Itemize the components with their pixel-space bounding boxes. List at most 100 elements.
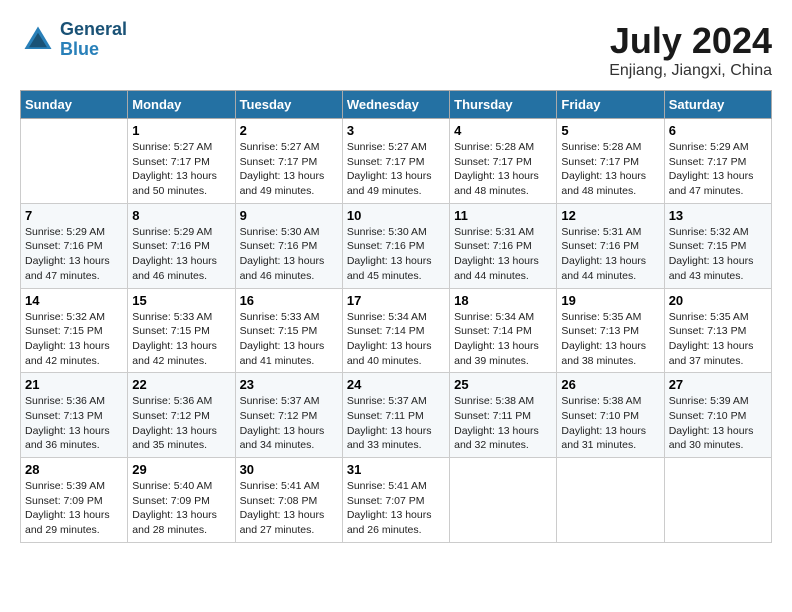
month-title: July 2024 (609, 20, 772, 62)
logo: General Blue (20, 20, 127, 60)
day-number: 2 (240, 123, 338, 138)
logo-text: General Blue (60, 20, 127, 60)
day-info: Sunrise: 5:27 AMSunset: 7:17 PMDaylight:… (132, 140, 230, 199)
day-info: Sunrise: 5:41 AMSunset: 7:07 PMDaylight:… (347, 479, 445, 538)
calendar-day-cell: 31Sunrise: 5:41 AMSunset: 7:07 PMDayligh… (342, 458, 449, 543)
calendar-day-cell: 6 Sunrise: 5:29 AMSunset: 7:17 PMDaylight… (664, 119, 771, 204)
day-info: Sunrise: 5:38 AMSunset: 7:10 PMDaylight:… (561, 394, 659, 453)
calendar-day-cell (664, 458, 771, 543)
calendar-day-cell: 26 Sunrise: 5:38 AMSunset: 7:10 PMDayligh… (557, 373, 664, 458)
calendar-day-cell: 10Sunrise: 5:30 AMSunset: 7:16 PMDayligh… (342, 203, 449, 288)
day-number: 7 (25, 208, 123, 223)
day-number: 3 (347, 123, 445, 138)
day-number: 20 (669, 293, 767, 308)
calendar-day-cell: 19 Sunrise: 5:35 AMSunset: 7:13 PMDayligh… (557, 288, 664, 373)
calendar-day-cell: 23Sunrise: 5:37 AMSunset: 7:12 PMDayligh… (235, 373, 342, 458)
calendar-day-cell: 13 Sunrise: 5:32 AMSunset: 7:15 PMDayligh… (664, 203, 771, 288)
day-info: Sunrise: 5:30 AMSunset: 7:16 PMDaylight:… (240, 225, 338, 284)
day-info: Sunrise: 5:33 AMSunset: 7:15 PMDaylight:… (240, 310, 338, 369)
calendar-day-cell: 11 Sunrise: 5:31 AMSunset: 7:16 PMDayligh… (450, 203, 557, 288)
calendar-day-cell: 8 Sunrise: 5:29 AMSunset: 7:16 PMDaylight… (128, 203, 235, 288)
day-info: Sunrise: 5:31 AMSunset: 7:16 PMDaylight:… (454, 225, 552, 284)
day-info: Sunrise: 5:32 AMSunset: 7:15 PMDaylight:… (669, 225, 767, 284)
location-title: Enjiang, Jiangxi, China (609, 62, 772, 80)
weekday-header-wednesday: Wednesday (342, 91, 449, 119)
day-info: Sunrise: 5:29 AMSunset: 7:16 PMDaylight:… (25, 225, 123, 284)
day-number: 9 (240, 208, 338, 223)
day-number: 17 (347, 293, 445, 308)
calendar-day-cell: 18 Sunrise: 5:34 AMSunset: 7:14 PMDayligh… (450, 288, 557, 373)
day-number: 1 (132, 123, 230, 138)
weekday-header-friday: Friday (557, 91, 664, 119)
day-info: Sunrise: 5:34 AMSunset: 7:14 PMDaylight:… (454, 310, 552, 369)
calendar-day-cell: 21 Sunrise: 5:36 AMSunset: 7:13 PMDayligh… (21, 373, 128, 458)
calendar-day-cell: 7 Sunrise: 5:29 AMSunset: 7:16 PMDaylight… (21, 203, 128, 288)
calendar-day-cell: 17 Sunrise: 5:34 AMSunset: 7:14 PMDayligh… (342, 288, 449, 373)
day-info: Sunrise: 5:39 AMSunset: 7:09 PMDaylight:… (25, 479, 123, 538)
day-info: Sunrise: 5:37 AMSunset: 7:11 PMDaylight:… (347, 394, 445, 453)
day-info: Sunrise: 5:37 AMSunset: 7:12 PMDaylight:… (240, 394, 338, 453)
weekday-header-saturday: Saturday (664, 91, 771, 119)
day-number: 10 (347, 208, 445, 223)
calendar-week-row: 28 Sunrise: 5:39 AMSunset: 7:09 PMDayligh… (21, 458, 772, 543)
day-number: 30 (240, 462, 338, 477)
weekday-header-monday: Monday (128, 91, 235, 119)
day-number: 12 (561, 208, 659, 223)
weekday-header-tuesday: Tuesday (235, 91, 342, 119)
day-number: 6 (669, 123, 767, 138)
calendar-day-cell: 2Sunrise: 5:27 AMSunset: 7:17 PMDaylight… (235, 119, 342, 204)
day-number: 13 (669, 208, 767, 223)
calendar-week-row: 1 Sunrise: 5:27 AMSunset: 7:17 PMDaylight… (21, 119, 772, 204)
day-info: Sunrise: 5:28 AMSunset: 7:17 PMDaylight:… (561, 140, 659, 199)
calendar-day-cell: 14Sunrise: 5:32 AMSunset: 7:15 PMDayligh… (21, 288, 128, 373)
day-number: 24 (347, 377, 445, 392)
calendar-day-cell (450, 458, 557, 543)
calendar-day-cell: 4 Sunrise: 5:28 AMSunset: 7:17 PMDaylight… (450, 119, 557, 204)
day-info: Sunrise: 5:41 AMSunset: 7:08 PMDaylight:… (240, 479, 338, 538)
day-number: 18 (454, 293, 552, 308)
day-number: 15 (132, 293, 230, 308)
calendar-week-row: 7 Sunrise: 5:29 AMSunset: 7:16 PMDaylight… (21, 203, 772, 288)
calendar-day-cell: 12 Sunrise: 5:31 AMSunset: 7:16 PMDayligh… (557, 203, 664, 288)
calendar-day-cell: 3 Sunrise: 5:27 AMSunset: 7:17 PMDaylight… (342, 119, 449, 204)
day-number: 28 (25, 462, 123, 477)
calendar-day-cell: 9 Sunrise: 5:30 AMSunset: 7:16 PMDaylight… (235, 203, 342, 288)
day-info: Sunrise: 5:39 AMSunset: 7:10 PMDaylight:… (669, 394, 767, 453)
day-number: 19 (561, 293, 659, 308)
day-number: 27 (669, 377, 767, 392)
day-number: 25 (454, 377, 552, 392)
calendar-day-cell: 30 Sunrise: 5:41 AMSunset: 7:08 PMDayligh… (235, 458, 342, 543)
calendar-day-cell: 29 Sunrise: 5:40 AMSunset: 7:09 PMDayligh… (128, 458, 235, 543)
day-info: Sunrise: 5:29 AMSunset: 7:16 PMDaylight:… (132, 225, 230, 284)
weekday-header-sunday: Sunday (21, 91, 128, 119)
calendar-day-cell: 28 Sunrise: 5:39 AMSunset: 7:09 PMDayligh… (21, 458, 128, 543)
day-info: Sunrise: 5:40 AMSunset: 7:09 PMDaylight:… (132, 479, 230, 538)
day-info: Sunrise: 5:34 AMSunset: 7:14 PMDaylight:… (347, 310, 445, 369)
day-info: Sunrise: 5:29 AMSunset: 7:17 PMDaylight:… (669, 140, 767, 199)
day-info: Sunrise: 5:35 AMSunset: 7:13 PMDaylight:… (561, 310, 659, 369)
day-number: 8 (132, 208, 230, 223)
day-number: 14 (25, 293, 123, 308)
day-info: Sunrise: 5:31 AMSunset: 7:16 PMDaylight:… (561, 225, 659, 284)
calendar-week-row: 21 Sunrise: 5:36 AMSunset: 7:13 PMDayligh… (21, 373, 772, 458)
day-number: 11 (454, 208, 552, 223)
day-number: 29 (132, 462, 230, 477)
calendar-day-cell (21, 119, 128, 204)
calendar-table: SundayMondayTuesdayWednesdayThursdayFrid… (20, 90, 772, 543)
calendar-day-cell: 16Sunrise: 5:33 AMSunset: 7:15 PMDayligh… (235, 288, 342, 373)
weekday-header-row: SundayMondayTuesdayWednesdayThursdayFrid… (21, 91, 772, 119)
day-info: Sunrise: 5:36 AMSunset: 7:13 PMDaylight:… (25, 394, 123, 453)
calendar-day-cell: 15Sunrise: 5:33 AMSunset: 7:15 PMDayligh… (128, 288, 235, 373)
day-info: Sunrise: 5:35 AMSunset: 7:13 PMDaylight:… (669, 310, 767, 369)
day-info: Sunrise: 5:28 AMSunset: 7:17 PMDaylight:… (454, 140, 552, 199)
day-number: 26 (561, 377, 659, 392)
title-section: July 2024 Enjiang, Jiangxi, China (609, 20, 772, 80)
day-info: Sunrise: 5:27 AMSunset: 7:17 PMDaylight:… (347, 140, 445, 199)
day-info: Sunrise: 5:38 AMSunset: 7:11 PMDaylight:… (454, 394, 552, 453)
calendar-day-cell: 22Sunrise: 5:36 AMSunset: 7:12 PMDayligh… (128, 373, 235, 458)
calendar-day-cell: 25 Sunrise: 5:38 AMSunset: 7:11 PMDayligh… (450, 373, 557, 458)
day-number: 4 (454, 123, 552, 138)
day-number: 5 (561, 123, 659, 138)
calendar-day-cell: 27 Sunrise: 5:39 AMSunset: 7:10 PMDayligh… (664, 373, 771, 458)
day-number: 21 (25, 377, 123, 392)
